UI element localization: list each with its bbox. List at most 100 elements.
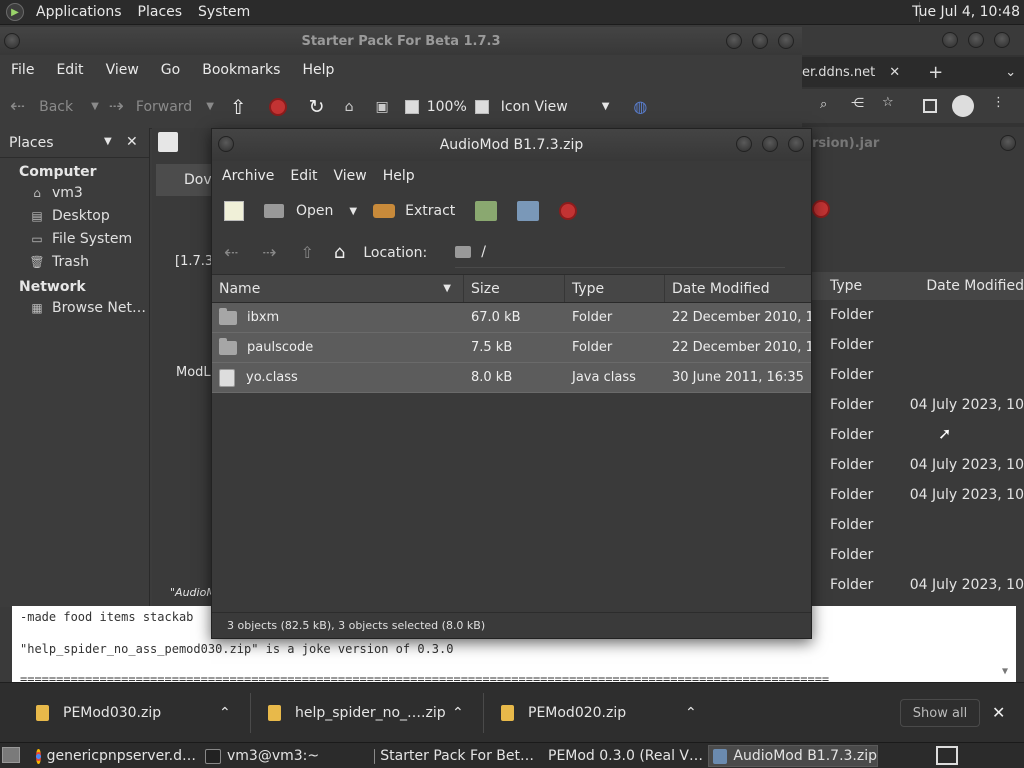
stop-icon[interactable] <box>812 200 830 218</box>
sidebar-item-desktop[interactable]: ▤ Desktop <box>0 204 149 227</box>
zoom-in-icon[interactable] <box>474 99 489 114</box>
view-mode-select[interactable]: Icon View ▼ <box>501 99 610 115</box>
chevron-down-icon[interactable]: ⌄ <box>1005 65 1016 80</box>
workspace-switcher-icon[interactable] <box>936 746 958 765</box>
col-date[interactable]: Date Modified <box>665 275 811 302</box>
bg-col-date[interactable]: Date Modified <box>908 278 1024 294</box>
task-terminal[interactable]: vm3@vm3:~ <box>205 745 365 767</box>
table-row[interactable]: paulscode 7.5 kB Folder 22 December 2010… <box>212 333 811 363</box>
maximize-button[interactable] <box>762 136 778 152</box>
list-item[interactable]: Folder <box>812 300 1024 330</box>
col-type[interactable]: Type <box>565 275 665 302</box>
menu-view[interactable]: View <box>326 168 375 184</box>
bg-col-type[interactable]: Type <box>812 278 908 294</box>
chevron-down-icon[interactable]: ▼ <box>104 136 112 147</box>
list-item[interactable]: Folder 04 July 2023, 10 <box>812 450 1024 480</box>
share-icon[interactable]: ⋲ <box>851 96 864 111</box>
task-starter-pack[interactable]: Starter Pack For Bet… <box>374 745 534 767</box>
list-item[interactable]: Folder <box>812 330 1024 360</box>
close-button[interactable] <box>778 33 794 49</box>
maximize-button[interactable] <box>752 33 768 49</box>
sidebar-item-browse-network[interactable]: ▦ Browse Net… <box>0 296 149 319</box>
close-icon[interactable]: ✕ <box>126 134 138 150</box>
bookmark-star-icon[interactable]: ☆ <box>882 95 894 110</box>
add-folder-icon[interactable] <box>517 201 540 221</box>
menu-go[interactable]: Go <box>150 62 191 78</box>
window-menu-button[interactable] <box>4 33 20 49</box>
list-item[interactable]: Folder <box>812 510 1024 540</box>
sidepanel-icon[interactable] <box>923 99 937 113</box>
window-menu-button[interactable] <box>218 136 234 152</box>
minimize-button[interactable] <box>726 33 742 49</box>
open-button[interactable]: Open <box>264 203 333 219</box>
menu-edit[interactable]: Edit <box>282 168 325 184</box>
kebab-menu-icon[interactable]: ⋮ <box>992 95 1005 110</box>
stop-icon[interactable] <box>559 202 578 220</box>
archive-titlebar[interactable]: AudioMod B1.7.3.zip <box>212 129 811 161</box>
col-size[interactable]: Size <box>464 275 565 302</box>
table-row[interactable]: yo.class 8.0 kB Java class 30 June 2011,… <box>212 363 811 393</box>
download-item[interactable]: PEMod020.zip <box>501 683 626 743</box>
close-button[interactable] <box>788 136 804 152</box>
extract-button[interactable]: Extract <box>373 203 455 219</box>
menu-edit[interactable]: Edit <box>45 62 94 78</box>
chevron-up-icon[interactable]: ⌃ <box>219 705 231 721</box>
show-all-button[interactable]: Show all <box>900 699 980 727</box>
up-arrow-icon[interactable]: ⇧ <box>301 243 314 262</box>
clock[interactable]: Tue Jul 4, 10:48 <box>912 4 1020 20</box>
minimize-button[interactable] <box>736 136 752 152</box>
close-button[interactable] <box>1000 135 1016 151</box>
show-desktop-icon[interactable] <box>2 747 20 763</box>
minimize-button[interactable] <box>942 32 958 48</box>
scroll-down-icon[interactable]: ▼ <box>1002 666 1008 677</box>
maximize-button[interactable] <box>968 32 984 48</box>
zoom-out-icon[interactable] <box>404 99 419 114</box>
col-name[interactable]: Name ▼ <box>212 275 464 302</box>
home-icon[interactable]: ⌂ <box>334 242 345 263</box>
download-item[interactable]: PEMod030.zip <box>36 683 161 743</box>
places-select[interactable]: Places <box>9 135 54 151</box>
download-item[interactable]: help_spider_no_….zip <box>268 683 446 743</box>
edit-icon[interactable] <box>158 132 178 152</box>
tab-close-icon[interactable]: ✕ <box>889 65 900 80</box>
home-icon[interactable]: ⌂ <box>345 99 354 115</box>
list-item[interactable]: Folder 04 July 2023, 10 <box>812 480 1024 510</box>
task-pemod[interactable]: PEMod 0.3.0 (Real V… <box>542 745 702 767</box>
stop-icon[interactable] <box>268 97 287 116</box>
menu-applications[interactable]: Applications <box>28 4 130 20</box>
search-icon[interactable]: ⌕ <box>820 97 827 112</box>
search-icon[interactable]: ◍ <box>633 97 647 116</box>
task-chrome[interactable]: genericpnpserver.d… <box>36 745 196 767</box>
back-button[interactable]: ⇠ Back ▼ <box>10 96 99 117</box>
profile-avatar-icon[interactable] <box>952 95 974 117</box>
menu-view[interactable]: View <box>95 62 150 78</box>
sidebar-item-file-system[interactable]: ▭ File System <box>0 227 149 250</box>
chevron-up-icon[interactable]: ⌃ <box>452 705 464 721</box>
new-tab-icon[interactable]: + <box>928 62 943 83</box>
browser-tab-title[interactable]: er.ddns.net <box>802 65 875 80</box>
close-icon[interactable]: ✕ <box>992 703 1005 722</box>
new-archive-icon[interactable] <box>224 201 244 221</box>
menu-system[interactable]: System <box>190 4 258 20</box>
menu-bookmarks[interactable]: Bookmarks <box>191 62 291 78</box>
menu-help[interactable]: Help <box>291 62 345 78</box>
add-files-icon[interactable] <box>475 201 498 221</box>
task-audiomod[interactable]: AudioMod B1.7.3.zip <box>708 745 878 767</box>
list-item[interactable]: Folder <box>812 420 1024 450</box>
list-item[interactable]: Folder <box>812 540 1024 570</box>
sidebar-item-trash[interactable]: 🗑 Trash <box>0 250 149 273</box>
sidebar-item-vm3[interactable]: ⌂ vm3 <box>0 181 149 204</box>
up-arrow-icon[interactable]: ⇧ <box>230 95 247 119</box>
location-field[interactable]: / <box>455 238 786 268</box>
chevron-up-icon[interactable]: ⌃ <box>685 705 697 721</box>
forward-arrow-icon[interactable]: ⇢ <box>262 243 276 263</box>
computer-icon[interactable]: ▣ <box>375 99 388 115</box>
forward-button[interactable]: ⇢ Forward ▼ <box>109 96 214 117</box>
close-button[interactable] <box>994 32 1010 48</box>
open-menu-chevron-icon[interactable]: ▼ <box>349 206 357 217</box>
starter-titlebar[interactable]: Starter Pack For Beta 1.7.3 <box>0 27 802 55</box>
table-row[interactable]: ibxm 67.0 kB Folder 22 December 2010, 1… <box>212 303 811 333</box>
list-item[interactable]: Folder 04 July 2023, 10 <box>812 570 1024 600</box>
menu-places[interactable]: Places <box>130 4 191 20</box>
menu-archive[interactable]: Archive <box>214 168 282 184</box>
